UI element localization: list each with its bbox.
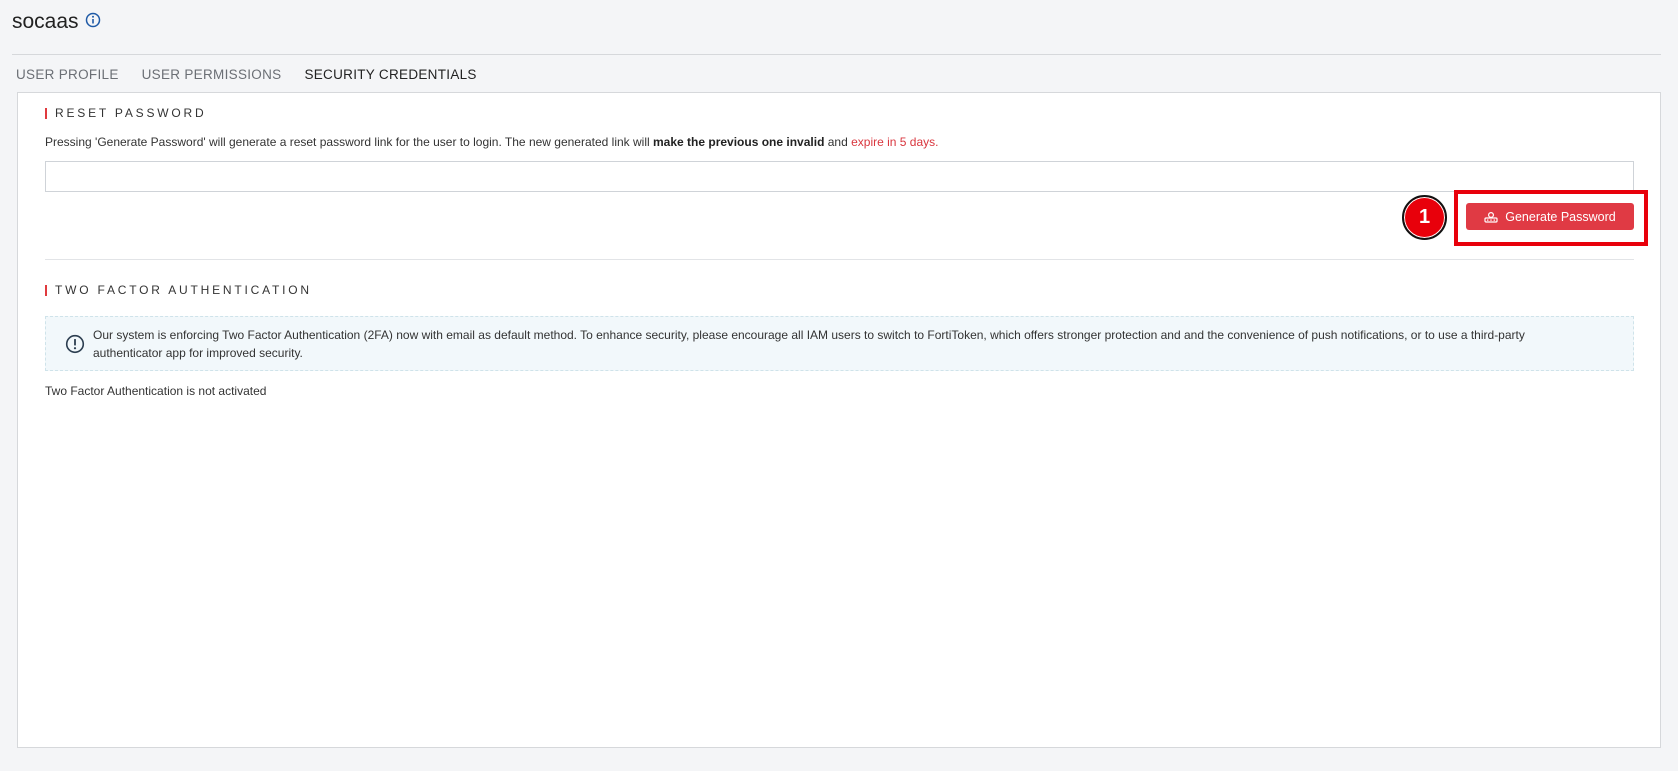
two-factor-heading: TWO FACTOR AUTHENTICATION (45, 284, 312, 296)
two-factor-status: Two Factor Authentication is not activat… (45, 384, 267, 398)
page-title: socaas (12, 10, 79, 33)
key-icon (1484, 211, 1498, 223)
step-number-badge: 1 (1402, 195, 1447, 240)
generate-password-label: Generate Password (1505, 209, 1616, 224)
two-factor-notice: Our system is enforcing Two Factor Authe… (45, 316, 1634, 371)
notice-text: Our system is enforcing Two Factor Authe… (93, 327, 1525, 360)
desc-expiry-text: expire in 5 days. (851, 135, 939, 149)
section-divider (45, 259, 1634, 260)
desc-mid-text: and (824, 135, 852, 149)
tab-user-profile[interactable]: USER PROFILE (16, 58, 119, 95)
info-circle-icon[interactable] (85, 12, 101, 28)
tab-bar: USER PROFILE USER PERMISSIONS SECURITY C… (16, 58, 500, 95)
page-header: socaas (12, 10, 101, 34)
tab-user-permissions[interactable]: USER PERMISSIONS (142, 58, 282, 95)
desc-bold-text: make the previous one invalid (653, 135, 825, 149)
page: socaas USER PROFILE USER PERMISSIONS SEC… (0, 0, 1678, 771)
generate-password-button[interactable]: Generate Password (1466, 203, 1634, 230)
reset-password-heading: RESET PASSWORD (45, 107, 206, 119)
reset-password-description: Pressing 'Generate Password' will genera… (45, 135, 939, 149)
security-credentials-panel: RESET PASSWORD Pressing 'Generate Passwo… (17, 92, 1661, 748)
reset-link-field[interactable] (45, 161, 1634, 192)
desc-text: Pressing 'Generate Password' will genera… (45, 135, 654, 149)
tab-security-credentials[interactable]: SECURITY CREDENTIALS (304, 58, 477, 95)
header-divider (12, 54, 1661, 55)
alert-circle-icon (65, 334, 85, 354)
